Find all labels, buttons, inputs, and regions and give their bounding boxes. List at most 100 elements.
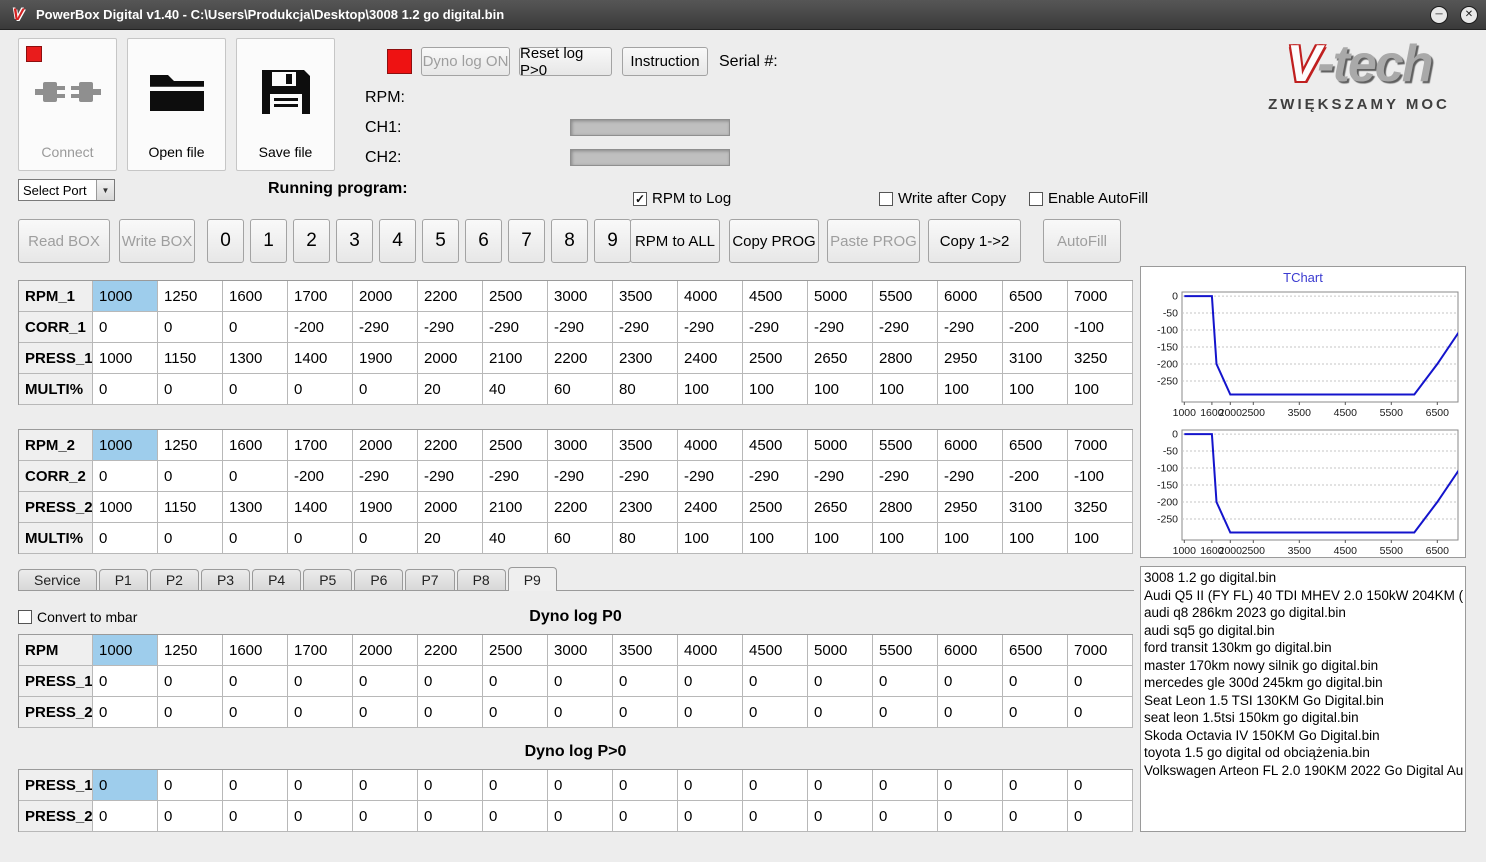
table-cell[interactable]: 100 bbox=[938, 374, 1003, 405]
table-cell[interactable]: 7000 bbox=[1068, 635, 1133, 666]
table-cell[interactable]: -290 bbox=[678, 461, 743, 492]
table-cell[interactable]: 2000 bbox=[353, 281, 418, 312]
table-cell[interactable]: 80 bbox=[613, 374, 678, 405]
table-cell[interactable]: 0 bbox=[873, 770, 938, 801]
table-cell[interactable]: 0 bbox=[418, 770, 483, 801]
program-button-1[interactable]: 1 bbox=[250, 219, 287, 263]
table-cell[interactable]: 2500 bbox=[483, 281, 548, 312]
table-cell[interactable]: 2100 bbox=[483, 343, 548, 374]
table-cell[interactable]: -290 bbox=[483, 312, 548, 343]
table-cell[interactable]: 0 bbox=[93, 461, 158, 492]
table-cell[interactable]: 1000 bbox=[93, 281, 158, 312]
rpm-to-log-checkbox[interactable]: ✓ RPM to Log bbox=[633, 190, 731, 207]
tab-p2[interactable]: P2 bbox=[149, 569, 199, 590]
table-cell[interactable]: 3250 bbox=[1068, 343, 1133, 374]
tab-p1[interactable]: P1 bbox=[98, 569, 148, 590]
table-cell[interactable]: -290 bbox=[808, 461, 873, 492]
table-cell[interactable]: 0 bbox=[938, 801, 1003, 832]
table-cell[interactable]: 0 bbox=[93, 666, 158, 697]
table-cell[interactable]: 5500 bbox=[873, 281, 938, 312]
table-cell[interactable]: 0 bbox=[158, 697, 223, 728]
table-cell[interactable]: 100 bbox=[1003, 523, 1068, 554]
file-list-item[interactable]: master 170km nowy silnik go digital.bin bbox=[1144, 657, 1465, 675]
table-cell[interactable]: -100 bbox=[1068, 461, 1133, 492]
chevron-down-icon[interactable]: ▼ bbox=[96, 180, 114, 200]
table-cell[interactable]: 2400 bbox=[678, 343, 743, 374]
file-list-item[interactable]: mercedes gle 300d 245km go digital.bin bbox=[1144, 674, 1465, 692]
write-after-copy-checkbox[interactable]: Write after Copy bbox=[879, 190, 1006, 207]
table-cell[interactable]: 0 bbox=[223, 801, 288, 832]
table-cell[interactable]: 0 bbox=[353, 697, 418, 728]
table-cell[interactable]: 1250 bbox=[158, 281, 223, 312]
table-cell[interactable]: 0 bbox=[353, 801, 418, 832]
program-button-0[interactable]: 0 bbox=[207, 219, 244, 263]
table-cell[interactable]: 0 bbox=[158, 374, 223, 405]
table-cell[interactable]: 1700 bbox=[288, 635, 353, 666]
tab-p3[interactable]: P3 bbox=[200, 569, 251, 590]
table-cell[interactable]: 100 bbox=[678, 523, 743, 554]
table-cell[interactable]: 0 bbox=[483, 801, 548, 832]
table-cell[interactable]: -290 bbox=[873, 312, 938, 343]
table-cell[interactable]: 2100 bbox=[483, 492, 548, 523]
open-file-button[interactable]: Open file bbox=[127, 38, 226, 171]
table-cell[interactable]: -290 bbox=[678, 312, 743, 343]
file-list-item[interactable]: 3008 1.2 go digital.bin bbox=[1144, 569, 1465, 587]
table-cell[interactable]: 100 bbox=[743, 523, 808, 554]
table-cell[interactable]: 60 bbox=[548, 374, 613, 405]
table-cell[interactable]: 0 bbox=[93, 697, 158, 728]
table-cell[interactable]: 0 bbox=[223, 697, 288, 728]
table-cell[interactable]: 1600 bbox=[223, 635, 288, 666]
table-cell[interactable]: 0 bbox=[1003, 666, 1068, 697]
table-cell[interactable]: 1000 bbox=[93, 635, 158, 666]
tab-p8[interactable]: P8 bbox=[456, 569, 506, 590]
table-cell[interactable]: 100 bbox=[808, 523, 873, 554]
table-cell[interactable]: -200 bbox=[288, 461, 353, 492]
table-cell[interactable]: -290 bbox=[938, 312, 1003, 343]
tab-service[interactable]: Service bbox=[18, 569, 97, 590]
table-cell[interactable]: 0 bbox=[743, 666, 808, 697]
table-cell[interactable]: -290 bbox=[613, 312, 678, 343]
table-cell[interactable]: 0 bbox=[93, 312, 158, 343]
program-button-9[interactable]: 9 bbox=[594, 219, 631, 263]
table-cell[interactable]: 1400 bbox=[288, 343, 353, 374]
table-cell[interactable]: -290 bbox=[353, 461, 418, 492]
table-cell[interactable]: -290 bbox=[548, 312, 613, 343]
table-cell[interactable]: 0 bbox=[1003, 697, 1068, 728]
program-button-7[interactable]: 7 bbox=[508, 219, 545, 263]
table-cell[interactable]: 3100 bbox=[1003, 492, 1068, 523]
table-cell[interactable]: 2800 bbox=[873, 343, 938, 374]
table-cell[interactable]: 0 bbox=[808, 770, 873, 801]
table-cell[interactable]: 2400 bbox=[678, 492, 743, 523]
table-cell[interactable]: 6000 bbox=[938, 281, 1003, 312]
table-cell[interactable]: 0 bbox=[1068, 697, 1133, 728]
table-cell[interactable]: 1150 bbox=[158, 343, 223, 374]
table-cell[interactable]: 2200 bbox=[548, 343, 613, 374]
table-cell[interactable]: 0 bbox=[353, 666, 418, 697]
tab-p9[interactable]: P9 bbox=[507, 567, 557, 591]
table-cell[interactable]: 1600 bbox=[223, 430, 288, 461]
enable-autofill-checkbox[interactable]: Enable AutoFill bbox=[1029, 190, 1148, 207]
table-cell[interactable]: 80 bbox=[613, 523, 678, 554]
table-cell[interactable]: 1000 bbox=[93, 343, 158, 374]
table-cell[interactable]: 0 bbox=[418, 666, 483, 697]
connect-button[interactable]: Connect bbox=[18, 38, 117, 171]
table-cell[interactable]: 0 bbox=[158, 770, 223, 801]
table-cell[interactable]: 0 bbox=[613, 801, 678, 832]
table-cell[interactable]: 1400 bbox=[288, 492, 353, 523]
table-cell[interactable]: 3500 bbox=[613, 430, 678, 461]
file-list-item[interactable]: seat leon 1.5tsi 150km go digital.bin bbox=[1144, 709, 1465, 727]
table-cell[interactable]: 0 bbox=[938, 770, 1003, 801]
table-cell[interactable]: 60 bbox=[548, 523, 613, 554]
table-cell[interactable]: 0 bbox=[353, 374, 418, 405]
copy-1-to-2-button[interactable]: Copy 1->2 bbox=[928, 219, 1021, 263]
program-button-6[interactable]: 6 bbox=[465, 219, 502, 263]
table-cell[interactable]: -290 bbox=[613, 461, 678, 492]
select-port-dropdown[interactable]: Select Port ▼ bbox=[18, 179, 115, 201]
table-cell[interactable]: 2000 bbox=[418, 492, 483, 523]
table-cell[interactable]: 0 bbox=[678, 770, 743, 801]
table-cell[interactable]: 3100 bbox=[1003, 343, 1068, 374]
table-cell[interactable]: 1000 bbox=[93, 430, 158, 461]
table-cell[interactable]: 0 bbox=[158, 523, 223, 554]
table-cell[interactable]: 0 bbox=[808, 697, 873, 728]
table-cell[interactable]: 0 bbox=[93, 770, 158, 801]
